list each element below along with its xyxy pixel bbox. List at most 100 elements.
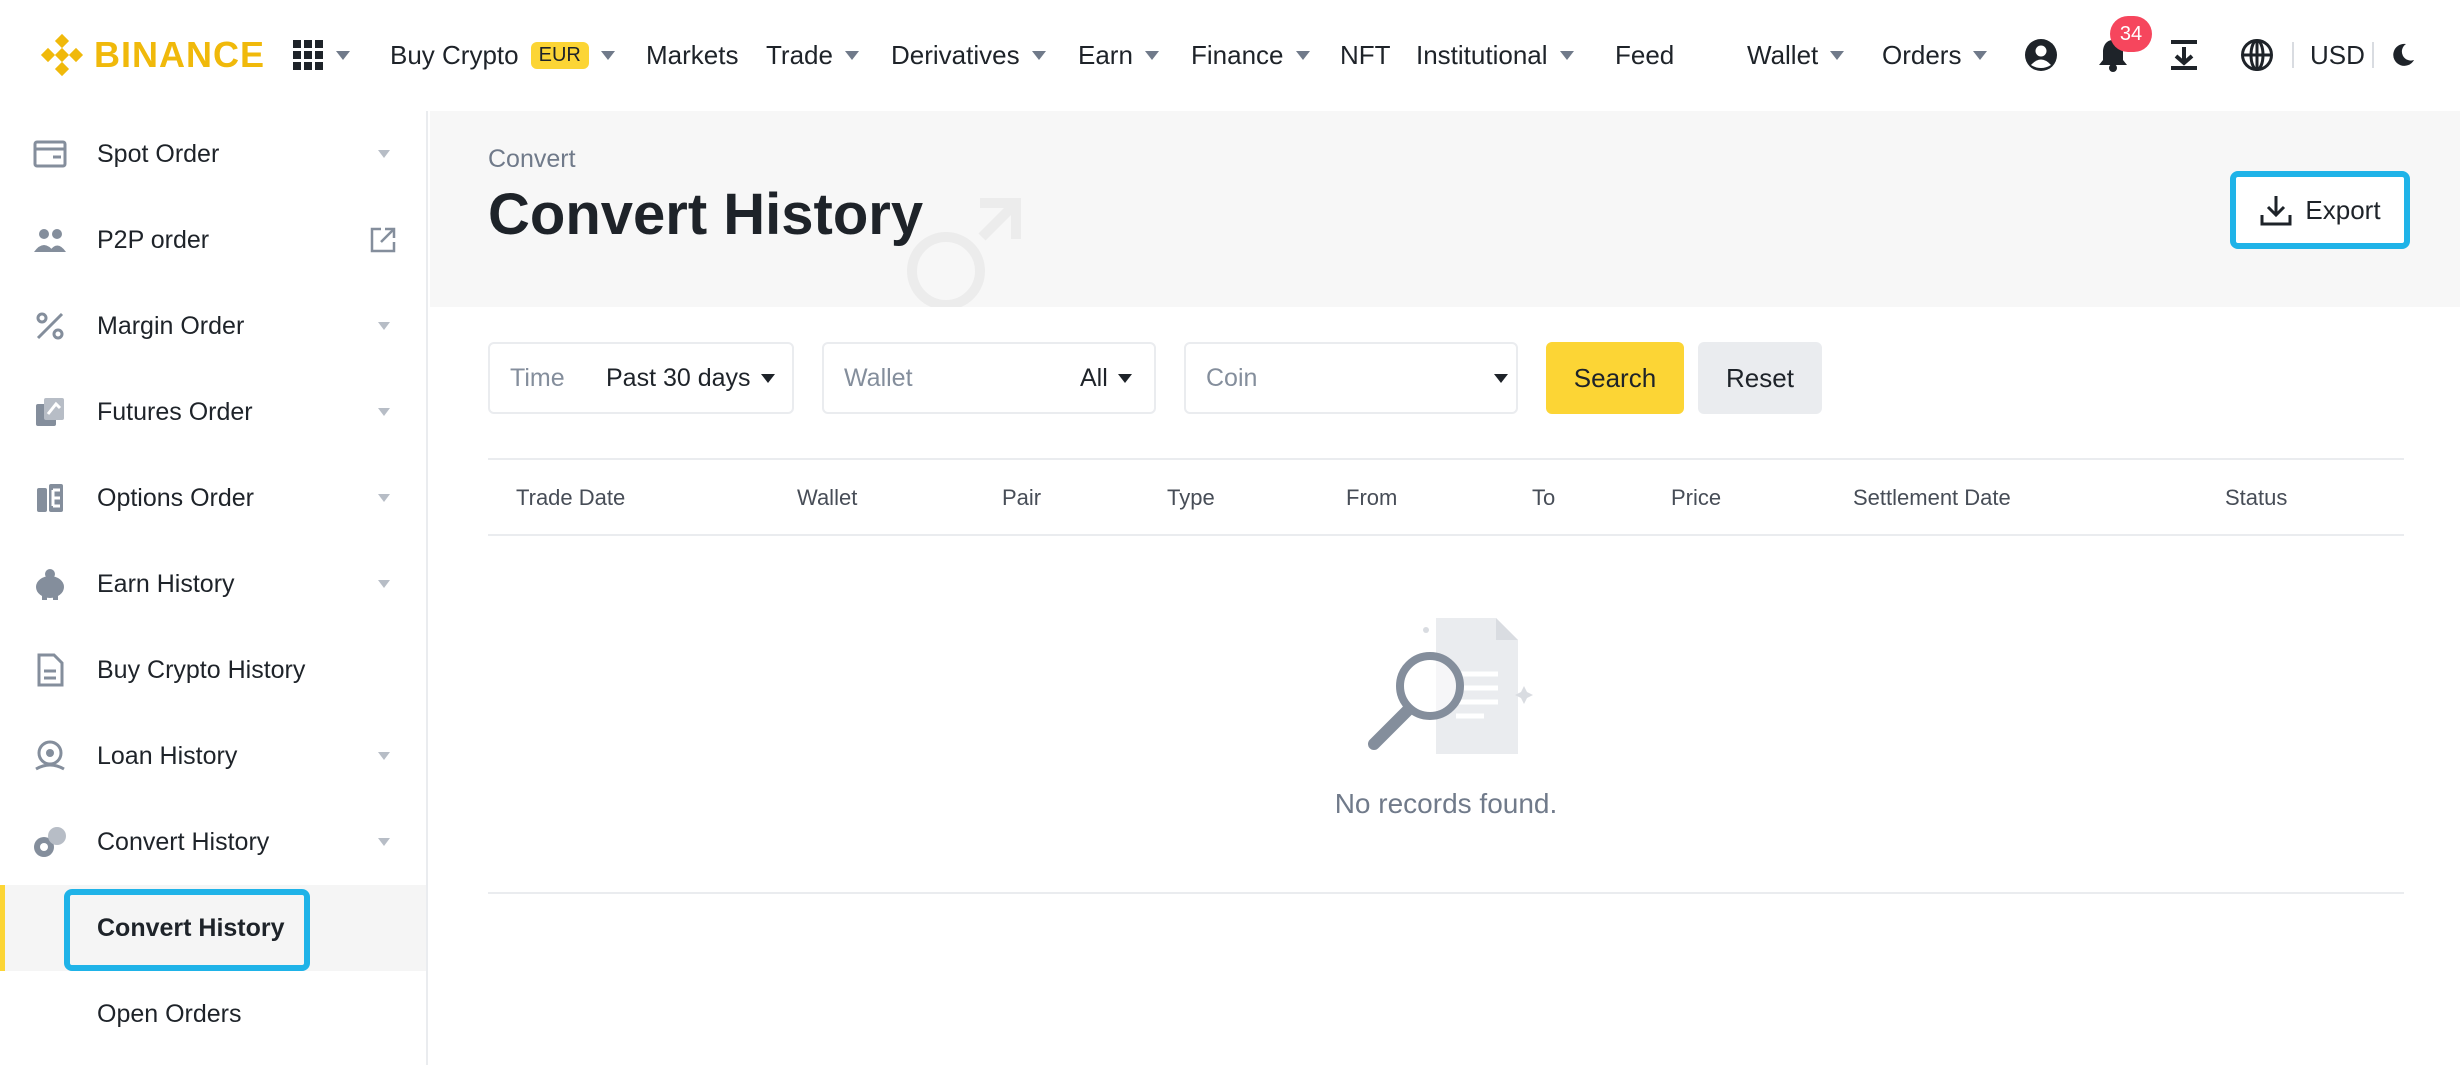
nav-label: Wallet <box>1747 39 1819 70</box>
column-header-from: From <box>1346 485 1398 510</box>
chevron-down-icon <box>1494 373 1508 383</box>
nav-label: Derivatives <box>891 39 1020 70</box>
nav-label: NFT <box>1340 39 1391 70</box>
column-header-to: To <box>1532 485 1556 510</box>
nav-label: Institutional <box>1416 39 1548 70</box>
brand-name: BINANCE <box>94 34 266 75</box>
user-account-icon[interactable] <box>2016 30 2066 80</box>
wallet-icon <box>32 136 68 172</box>
time-filter[interactable]: Time Past 30 days <box>488 342 794 414</box>
chevron-down-icon <box>1973 50 1988 60</box>
divider <box>2292 42 2294 68</box>
sidebar-item-convert-history[interactable]: Convert History <box>0 799 426 885</box>
sidebar-item-earn-history[interactable]: Earn History <box>0 541 426 627</box>
grid-icon <box>293 40 323 70</box>
nav-wallet[interactable]: Wallet <box>1747 30 1845 80</box>
chevron-down-icon <box>378 322 390 330</box>
time-filter-value: Past 30 days <box>606 363 751 392</box>
users-icon <box>32 222 68 258</box>
binance-diamond-icon <box>40 33 84 77</box>
download-app-icon[interactable] <box>2159 30 2209 80</box>
nav-label: Orders <box>1882 39 1962 70</box>
nav-trade[interactable]: Trade <box>766 30 859 80</box>
sidebar-item-loan-history[interactable]: Loan History <box>0 713 426 799</box>
document-icon <box>32 652 68 688</box>
nav-label: Buy Crypto <box>390 39 519 70</box>
sidebar-item-futures-order[interactable]: Futures Order <box>0 369 426 455</box>
filter-label: Wallet <box>844 363 913 392</box>
moon-icon[interactable] <box>2378 30 2428 80</box>
nav-label: Earn <box>1078 39 1133 70</box>
nav-feed[interactable]: Feed <box>1615 30 1674 80</box>
sidebar-item-buy-crypto-history[interactable]: Buy Crypto History <box>0 627 426 713</box>
nav-institutional[interactable]: Institutional <box>1416 30 1574 80</box>
sidebar-item-spot-order[interactable]: Spot Order <box>0 111 426 197</box>
column-header-wallet: Wallet <box>797 485 858 510</box>
no-records-magnifier-icon <box>1368 618 1533 754</box>
page-header: Convert Convert History Export <box>430 111 2460 307</box>
reset-button[interactable]: Reset <box>1698 342 1822 414</box>
sidebar-item-label: P2P order <box>97 225 210 254</box>
wallet-filter-value: All <box>1080 363 1108 392</box>
chevron-down-icon <box>336 50 350 60</box>
apps-menu[interactable] <box>292 30 350 80</box>
sidebar-subitem-label: Open Orders <box>97 999 242 1028</box>
column-header-type: Type <box>1167 485 1215 510</box>
sidebar-item-label: Margin Order <box>97 311 245 340</box>
active-indicator <box>0 885 5 971</box>
sidebar: Spot Order P2P order Margin Order Future… <box>0 111 428 1065</box>
empty-state: No records found. <box>488 536 2404 894</box>
sidebar-item-p2p-order[interactable]: P2P order <box>0 197 426 283</box>
globe-icon[interactable] <box>2232 30 2282 80</box>
nav-markets[interactable]: Markets <box>646 30 738 80</box>
chevron-down-icon <box>1830 50 1845 60</box>
notification-badge: 34 <box>2110 16 2152 52</box>
chevron-down-icon <box>378 752 390 760</box>
sidebar-item-label: Loan History <box>97 741 238 770</box>
sidebar-item-label: Futures Order <box>97 397 253 426</box>
nav-label: Markets <box>646 39 739 70</box>
nav-orders[interactable]: Orders <box>1882 30 1988 80</box>
piggy-bank-icon <box>32 566 68 602</box>
sidebar-item-margin-order[interactable]: Margin Order <box>0 283 426 369</box>
chevron-down-icon <box>844 50 859 60</box>
table-header: Trade Date Wallet Pair Type From To Pric… <box>488 458 2404 536</box>
search-button[interactable]: Search <box>1546 342 1684 414</box>
download-icon <box>2260 196 2292 226</box>
sidebar-subitem-open-orders[interactable]: Open Orders <box>0 971 426 1057</box>
chevron-down-icon <box>1144 50 1159 60</box>
sidebar-subitem-label: Convert History <box>97 913 285 942</box>
sidebar-item-label: Spot Order <box>97 139 220 168</box>
export-button[interactable]: Export <box>2230 171 2410 249</box>
nav-derivatives[interactable]: Derivatives <box>891 30 1046 80</box>
sidebar-item-label: Options Order <box>97 483 255 512</box>
chevron-down-icon <box>1295 50 1310 60</box>
loan-icon <box>32 738 68 774</box>
nav-buy-crypto[interactable]: Buy Crypto EUR <box>390 30 615 80</box>
sidebar-item-label: Buy Crypto History <box>97 655 306 684</box>
currency-selector[interactable]: USD <box>2310 30 2365 80</box>
sidebar-item-label: Earn History <box>97 569 235 598</box>
nav-finance[interactable]: Finance <box>1191 30 1310 80</box>
nav-label: Trade <box>766 39 833 70</box>
nav-earn[interactable]: Earn <box>1078 30 1159 80</box>
top-navigation-bar: BINANCE Buy Crypto EUR Markets Trade Der… <box>0 0 2460 111</box>
chevron-down-icon <box>760 373 775 383</box>
coin-filter[interactable]: Coin <box>1184 342 1518 414</box>
page-title: Convert History <box>488 182 924 247</box>
percent-icon <box>32 308 68 344</box>
sidebar-item-options-order[interactable]: Options Order <box>0 455 426 541</box>
column-header-trade-date: Trade Date <box>516 485 626 510</box>
breadcrumb[interactable]: Convert <box>488 145 576 174</box>
empty-state-text: No records found. <box>1334 788 1558 819</box>
column-header-pair: Pair <box>1002 485 1042 510</box>
sidebar-subitem-convert-history[interactable]: Convert History <box>0 885 426 971</box>
convert-icon <box>32 824 68 860</box>
binance-logo[interactable]: BINANCE <box>40 30 265 80</box>
currency-label: USD <box>2310 39 2365 70</box>
chevron-down-icon <box>1559 50 1574 60</box>
chevron-down-icon <box>378 408 390 416</box>
wallet-filter[interactable]: Wallet All <box>822 342 1156 414</box>
nav-nft[interactable]: NFT <box>1340 30 1391 80</box>
futures-icon <box>32 394 68 430</box>
